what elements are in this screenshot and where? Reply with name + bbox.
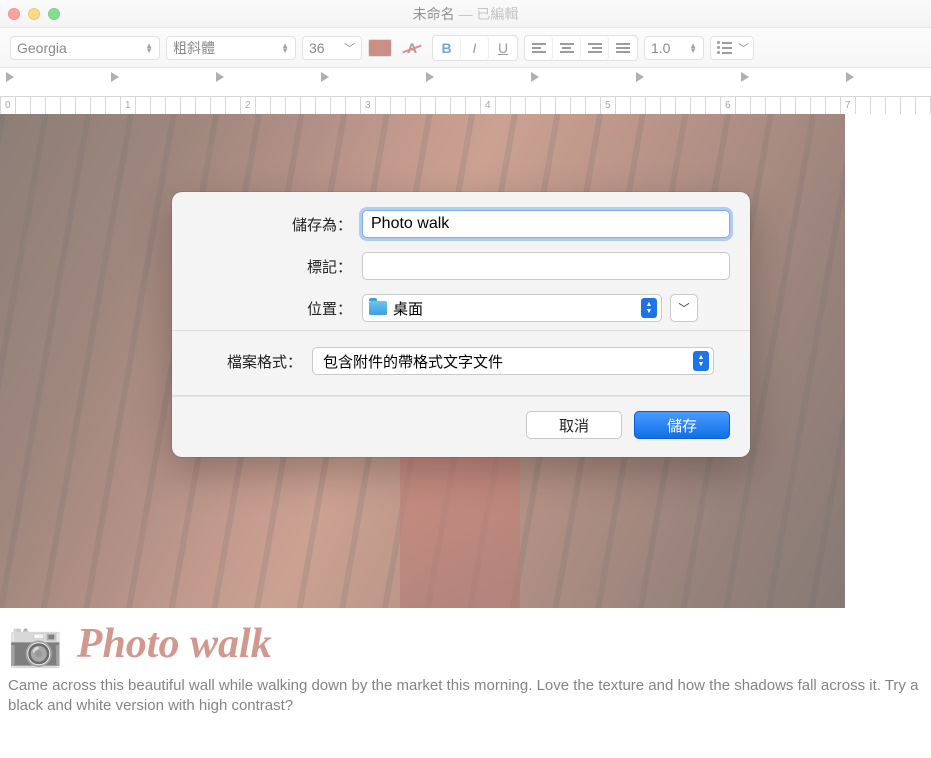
zoom-window-button[interactable] (48, 8, 60, 20)
tab-marker-icon[interactable] (111, 72, 119, 82)
format-toolbar: Georgia ▲▼ 粗斜體 ▲▼ 36 ﹀ A B I U 1.0 ▲▼ ﹀ (0, 28, 931, 68)
updown-icon: ▲▼ (689, 43, 697, 53)
tab-marker-icon[interactable] (321, 72, 329, 82)
tab-marker-icon[interactable] (531, 72, 539, 82)
font-style-value: 粗斜體 (173, 38, 215, 58)
align-justify-button[interactable] (609, 36, 637, 60)
divider (172, 330, 750, 331)
line-spacing-select[interactable]: 1.0 ▲▼ (644, 36, 704, 60)
camera-icon: 📷 (8, 618, 63, 670)
text-color-reset[interactable]: A (398, 36, 426, 60)
chevron-down-icon: ﹀ (738, 40, 749, 56)
tab-marker-icon[interactable] (846, 72, 854, 82)
window-title-name: 未命名 (413, 6, 455, 22)
file-format-select[interactable]: 包含附件的帶格式文字文件 ▲▼ (312, 347, 714, 375)
saveas-input[interactable] (362, 210, 730, 238)
line-spacing-value: 1.0 (651, 40, 670, 56)
align-center-button[interactable] (553, 36, 581, 60)
updown-icon: ▲▼ (641, 298, 657, 318)
window-title-state: 已編輯 (476, 6, 518, 22)
document-paragraph[interactable]: Came across this beautiful wall while wa… (8, 676, 921, 717)
italic-button[interactable]: I (461, 36, 489, 60)
tags-input[interactable] (362, 252, 730, 280)
updown-icon: ▲▼ (693, 351, 709, 371)
document-title[interactable]: Photo walk (77, 620, 272, 668)
align-group (524, 35, 638, 61)
window-titlebar: 未命名 — 已編輯 (0, 0, 931, 28)
saveas-label: 儲存為： (192, 214, 362, 235)
font-style-select[interactable]: 粗斜體 ▲▼ (166, 36, 296, 60)
folder-icon (369, 301, 387, 315)
bold-button[interactable]: B (433, 36, 461, 60)
close-window-button[interactable] (8, 8, 20, 20)
expand-location-button[interactable]: ﹀ (670, 294, 698, 322)
file-format-value: 包含附件的帶格式文字文件 (323, 351, 503, 372)
tab-marker-icon[interactable] (6, 72, 14, 82)
format-label: 檔案格式： (192, 351, 312, 372)
underline-button[interactable]: U (489, 36, 517, 60)
tab-stops (0, 68, 931, 84)
updown-icon: ▲▼ (281, 43, 289, 53)
tags-label: 標記： (192, 256, 362, 277)
tab-marker-icon[interactable] (426, 72, 434, 82)
save-dialog: 儲存為： 標記： 位置： 桌面 ▲▼ ﹀ 檔案格式： 包含附件的帶格式文字文件 (172, 192, 750, 457)
location-value: 桌面 (393, 298, 423, 319)
location-label: 位置： (192, 298, 362, 319)
window-title: 未命名 — 已編輯 (0, 4, 931, 24)
minimize-window-button[interactable] (28, 8, 40, 20)
list-icon (717, 41, 732, 54)
chevron-down-icon: ﹀ (679, 300, 690, 316)
updown-icon: ▲▼ (145, 43, 153, 53)
font-size-value: 36 (309, 40, 325, 56)
font-size-select[interactable]: 36 ﹀ (302, 36, 362, 60)
tab-marker-icon[interactable] (216, 72, 224, 82)
location-select[interactable]: 桌面 ▲▼ (362, 294, 662, 322)
dialog-buttons: 取消 儲存 (172, 396, 750, 457)
align-right-button[interactable] (581, 36, 609, 60)
tab-marker-icon[interactable] (636, 72, 644, 82)
list-style-select[interactable]: ﹀ (710, 36, 754, 60)
font-family-select[interactable]: Georgia ▲▼ (10, 36, 160, 60)
align-left-button[interactable] (525, 36, 553, 60)
tab-marker-icon[interactable] (741, 72, 749, 82)
text-style-group: B I U (432, 35, 518, 61)
text-color-swatch[interactable] (368, 39, 392, 57)
chevron-down-icon: ﹀ (344, 40, 355, 56)
save-button[interactable]: 儲存 (634, 411, 730, 439)
traffic-lights (8, 8, 60, 20)
font-family-value: Georgia (17, 40, 67, 56)
cancel-button[interactable]: 取消 (526, 411, 622, 439)
ruler[interactable]: 0 1 2 3 4 5 6 7 (0, 68, 931, 114)
